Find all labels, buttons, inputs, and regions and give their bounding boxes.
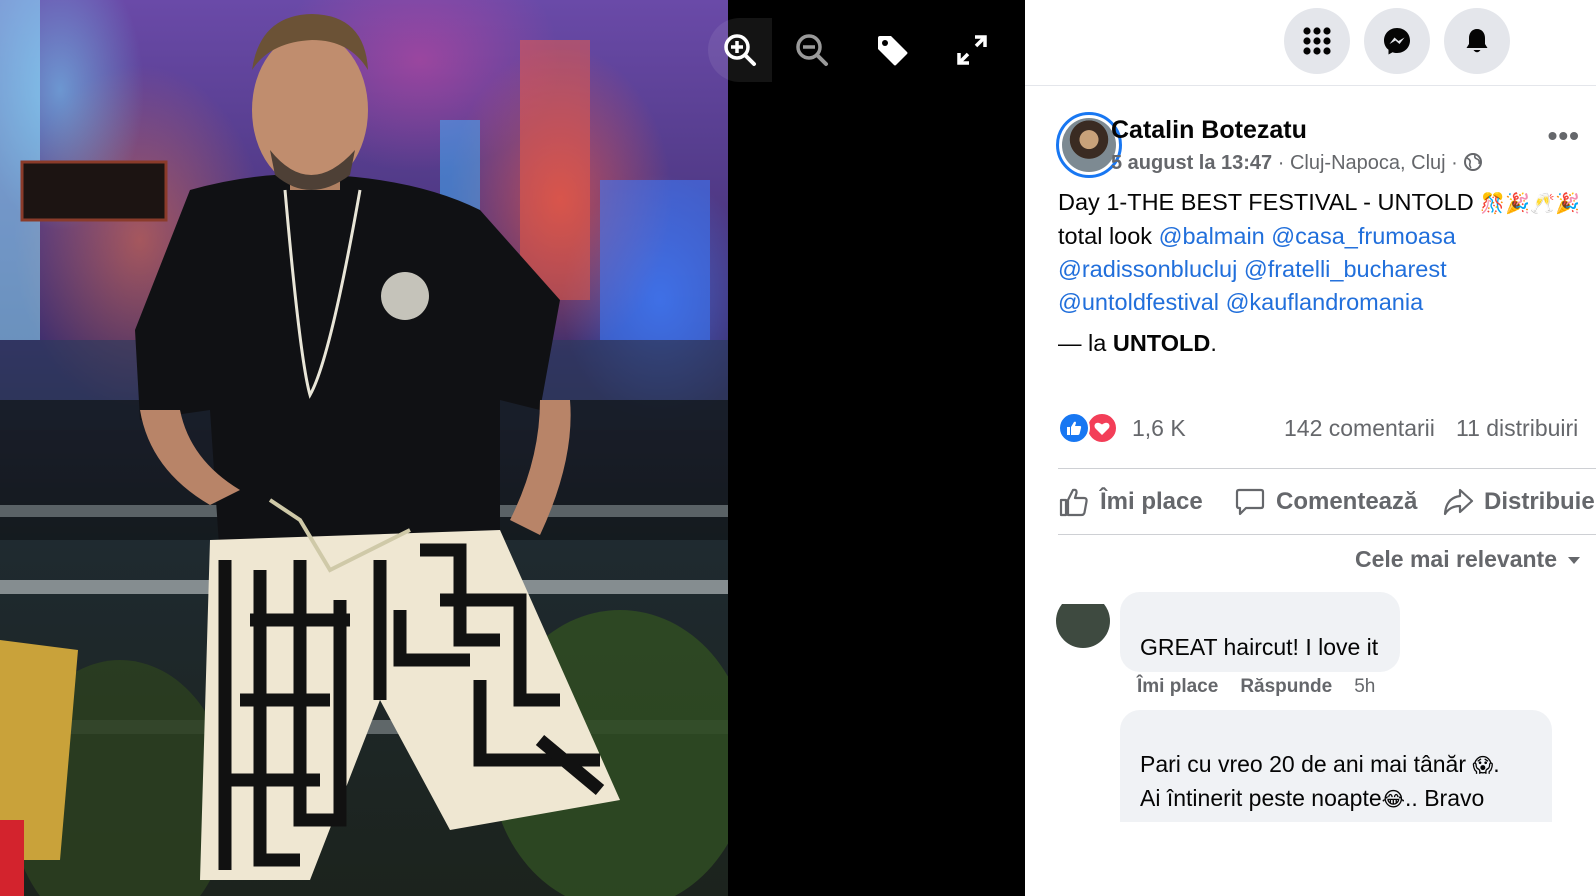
like-button[interactable]: Îmi place bbox=[1058, 486, 1203, 518]
post-location: — la UNTOLD. bbox=[1058, 327, 1596, 360]
screaming-emoji: 😱 bbox=[1472, 753, 1494, 777]
location-suffix: . bbox=[1210, 330, 1217, 356]
comment-reply-button[interactable]: Răspunde bbox=[1240, 676, 1332, 697]
comment-text-line2: Ai întinerit peste noapte bbox=[1140, 785, 1382, 811]
comment-line1-end: . bbox=[1493, 751, 1500, 777]
messenger-icon bbox=[1384, 28, 1410, 55]
share-button[interactable]: Distribuie bbox=[1442, 486, 1595, 518]
tag-photo-button[interactable] bbox=[852, 18, 932, 82]
photo-toolbar bbox=[708, 18, 1012, 82]
sort-label: Cele mai relevante bbox=[1355, 546, 1558, 572]
fullscreen-button[interactable] bbox=[932, 18, 1012, 82]
stats-divider bbox=[1058, 468, 1596, 469]
post-text-line2: total look @balmain @casa_frumoasa bbox=[1058, 220, 1596, 253]
top-bar bbox=[1025, 0, 1596, 86]
mention-radissonblucluj[interactable]: @radissonblucluj bbox=[1058, 256, 1237, 282]
fullscreen-icon bbox=[957, 35, 987, 65]
notifications-bell-icon bbox=[1466, 29, 1488, 53]
post-text-line4: @untoldfestival @kauflandromania bbox=[1058, 286, 1596, 319]
mention-fratelli-bucharest[interactable]: @fratelli_bucharest bbox=[1244, 256, 1447, 282]
zoom-out-button[interactable] bbox=[772, 18, 852, 82]
post-stats: 1,6 K 142 comentarii 11 distribuiri bbox=[1058, 410, 1596, 446]
mention-kauflandromania[interactable]: @kauflandromania bbox=[1226, 289, 1424, 315]
zoom-in-icon bbox=[724, 34, 756, 66]
love-reaction-icon[interactable] bbox=[1086, 412, 1118, 444]
zoom-in-button[interactable] bbox=[708, 18, 772, 82]
caret-down-icon bbox=[1568, 556, 1581, 564]
mention-casa-frumoasa[interactable]: @casa_frumoasa bbox=[1271, 223, 1456, 249]
comment-text-line1: Pari cu vreo 20 de ani mai tânăr bbox=[1140, 751, 1473, 777]
mention-untoldfestival[interactable]: @untoldfestival bbox=[1058, 289, 1219, 315]
comment-line2-end: .. Bravo bbox=[1405, 785, 1485, 811]
menu-grid-icon bbox=[1303, 27, 1331, 55]
laughing-emoji: 😂 bbox=[1381, 787, 1406, 811]
comment-line1: Pari cu vreo 20 de ani mai tânăr 😱. bbox=[1140, 748, 1552, 782]
comment-label: Comentează bbox=[1276, 488, 1418, 515]
globe-icon bbox=[1464, 153, 1483, 171]
post-date[interactable]: 5 august la 13:47 bbox=[1111, 152, 1272, 174]
post-photo[interactable] bbox=[0, 0, 728, 896]
actions-divider bbox=[1058, 534, 1596, 535]
post-location-meta: · Cluj-Napoca, Cluj · bbox=[1272, 152, 1464, 174]
photo-viewer bbox=[0, 0, 1025, 896]
post-text-title: Day 1-THE BEST FESTIVAL - UNTOLD bbox=[1058, 189, 1481, 215]
location-prefix: — la bbox=[1058, 330, 1113, 356]
shares-count[interactable]: 11 distribuiri bbox=[1456, 415, 1578, 442]
comment-like-button[interactable]: Îmi place bbox=[1137, 676, 1218, 697]
comments-count[interactable]: 142 comentarii bbox=[1284, 415, 1435, 442]
post-actions: Îmi place Comentează Distribuie bbox=[1058, 476, 1596, 532]
mention-balmain[interactable]: @balmain bbox=[1159, 223, 1265, 249]
post-text: Day 1-THE BEST FESTIVAL - UNTOLD 🎊🎉🥂🎉 to… bbox=[1058, 186, 1596, 360]
thumbs-up-icon bbox=[1059, 488, 1088, 517]
top-icons bbox=[1284, 8, 1510, 74]
comment-text: GREAT haircut! I love it bbox=[1140, 634, 1379, 660]
more-options-icon[interactable]: ••• bbox=[1548, 120, 1580, 152]
menu-button[interactable] bbox=[1284, 8, 1350, 74]
share-label: Distribuie bbox=[1484, 488, 1595, 515]
comment-icon bbox=[1235, 488, 1265, 516]
comment-bubble: Pari cu vreo 20 de ani mai tânăr 😱. Ai î… bbox=[1120, 710, 1552, 822]
comment-time[interactable]: 5h bbox=[1354, 676, 1375, 697]
zoom-out-icon bbox=[796, 34, 828, 66]
reactions-count[interactable]: 1,6 K bbox=[1132, 415, 1186, 442]
party-emoji: 🎊🎉🥂🎉 bbox=[1480, 191, 1580, 215]
post-text-line1: Day 1-THE BEST FESTIVAL - UNTOLD 🎊🎉🥂🎉 bbox=[1058, 186, 1596, 220]
post-meta: 5 august la 13:47 · Cluj-Napoca, Cluj · bbox=[1111, 152, 1483, 175]
messenger-button[interactable] bbox=[1364, 8, 1430, 74]
like-label: Îmi place bbox=[1100, 488, 1203, 515]
share-icon bbox=[1443, 488, 1474, 516]
comment-line2: Ai întinerit peste noapte😂.. Bravo bbox=[1140, 782, 1552, 816]
comments-sort-dropdown[interactable]: Cele mai relevante bbox=[1355, 546, 1581, 573]
author-name[interactable]: Catalin Botezatu bbox=[1111, 116, 1307, 145]
commenter-avatar[interactable] bbox=[1056, 604, 1110, 650]
location-link[interactable]: UNTOLD bbox=[1113, 330, 1210, 356]
post-header: Catalin Botezatu 5 august la 13:47 · Clu… bbox=[1025, 112, 1596, 184]
notifications-button[interactable] bbox=[1444, 8, 1510, 74]
comment-actions: Îmi place Răspunde 5h bbox=[1137, 676, 1397, 698]
total-look-label: total look bbox=[1058, 223, 1159, 249]
comment-button[interactable]: Comentează bbox=[1234, 486, 1417, 518]
comment-bubble: GREAT haircut! I love it bbox=[1120, 592, 1400, 672]
tag-icon bbox=[878, 36, 908, 66]
like-reaction-icon[interactable] bbox=[1058, 412, 1090, 444]
photo-illustration bbox=[0, 0, 728, 896]
post-text-line3: @radissonblucluj @fratelli_bucharest bbox=[1058, 253, 1596, 286]
